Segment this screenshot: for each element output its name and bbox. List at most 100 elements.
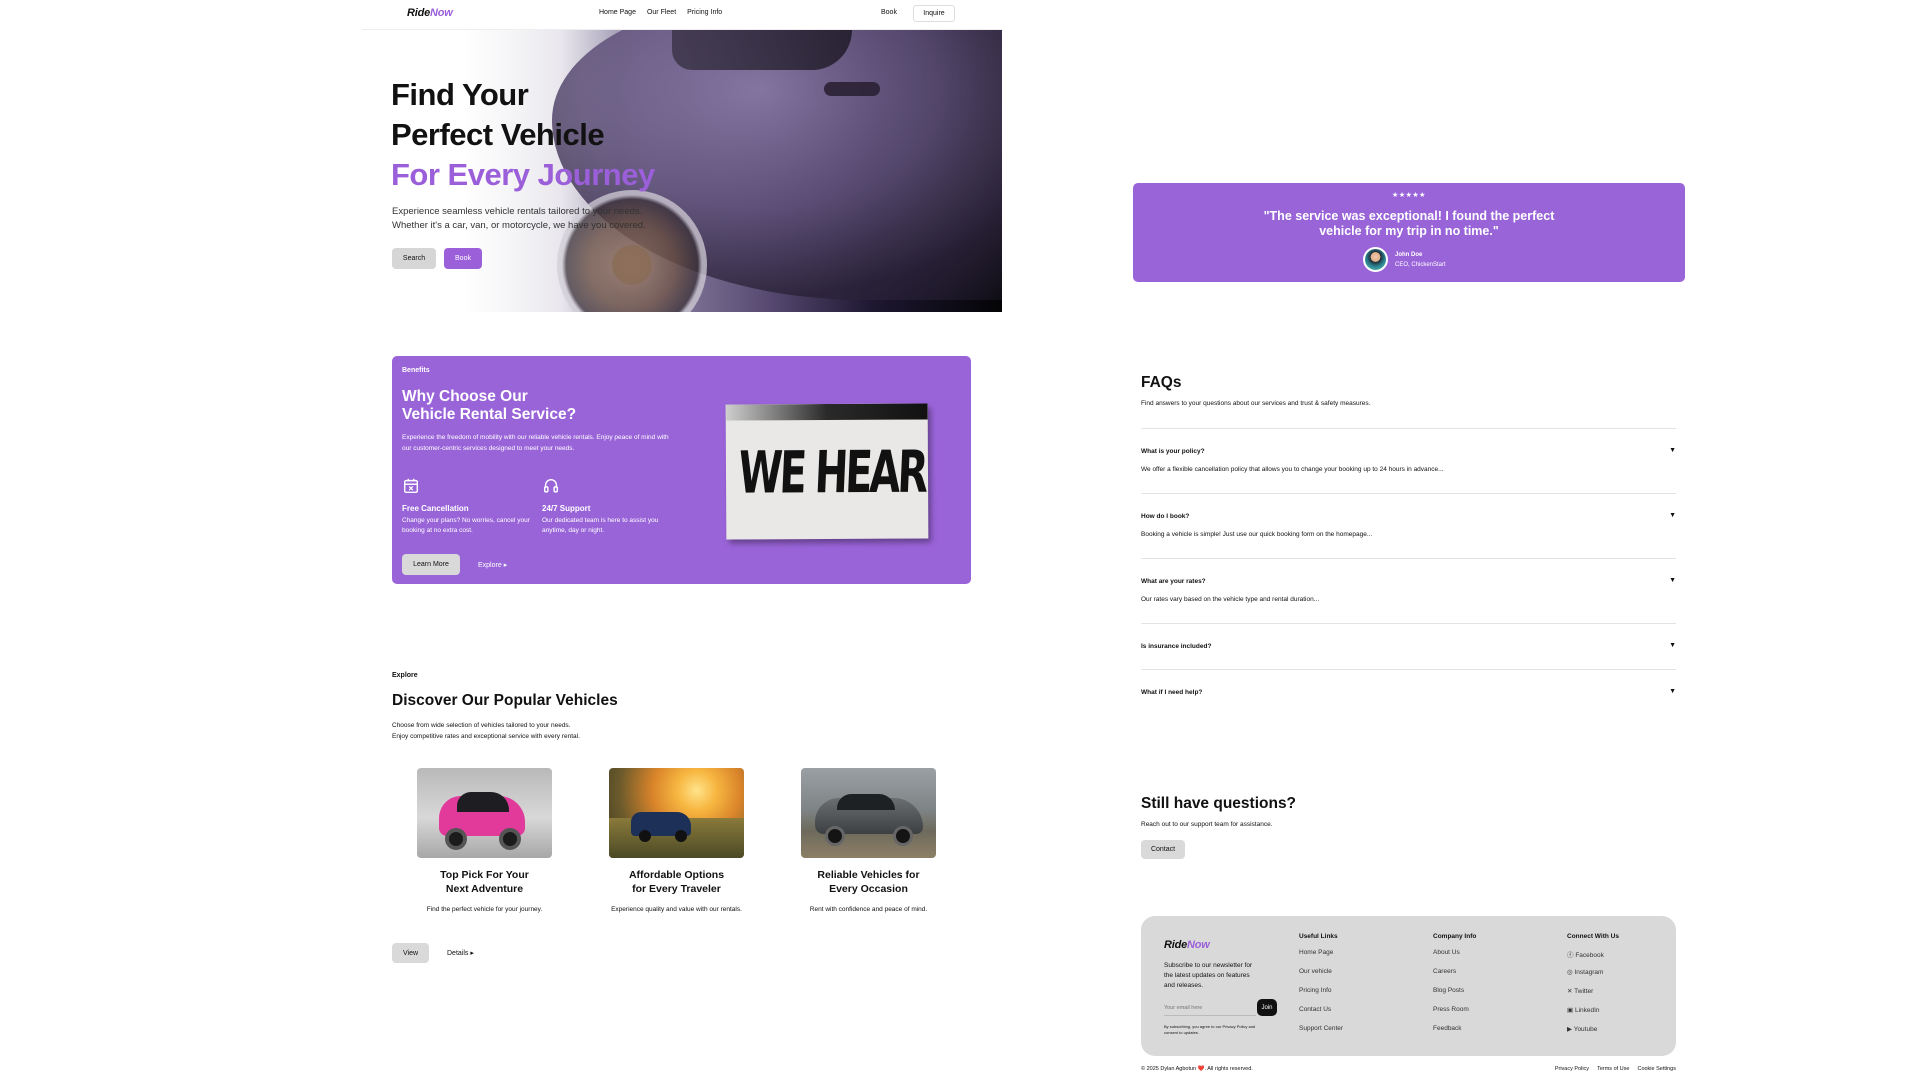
footer-column-title: Useful Links — [1299, 933, 1338, 940]
car-window — [837, 794, 895, 810]
vehicle-card-title: Reliable Vehicles for Every Occasion — [776, 868, 961, 896]
faq-item[interactable]: What is your policy? We offer a flexible… — [1141, 428, 1676, 493]
footer-link-instagram[interactable]: ◎ Instagram — [1567, 968, 1687, 987]
rating-stars-icon: ★★★★★ — [1392, 192, 1426, 199]
car-wheel — [825, 826, 845, 846]
newsletter-text: Subscribe to our newsletter for the late… — [1164, 962, 1253, 989]
terms-of-use-link[interactable]: Terms of Use — [1597, 1066, 1629, 1072]
vehicle-card-title-line1: Top Pick For Your — [440, 869, 529, 881]
author-role: CEO, ChickenStart — [1395, 262, 1446, 268]
footer-link-feedback[interactable]: Feedback — [1433, 1025, 1553, 1044]
vehicle-card[interactable]: Reliable Vehicles for Every Occasion Ren… — [776, 768, 961, 913]
faq-section: FAQs Find answers to your questions abou… — [1141, 370, 1676, 700]
hero-section: Find Your Perfect Vehicle For Every Jour… — [362, 30, 1002, 312]
faq-item[interactable]: What are your rates? Our rates vary base… — [1141, 558, 1676, 623]
faq-item[interactable]: What if I need help? ▼ — [1141, 669, 1676, 699]
explore-link[interactable]: Explore ▸ — [478, 561, 507, 569]
faq-answer: Our rates vary based on the vehicle type… — [1141, 596, 1320, 603]
social-label: Instagram — [1574, 969, 1604, 976]
chevron-down-icon[interactable]: ▼ — [1669, 577, 1676, 584]
nav-link-fleet[interactable]: Our Fleet — [647, 9, 676, 16]
footer: RideNow Subscribe to our newsletter for … — [1141, 916, 1676, 1056]
cookie-settings-link[interactable]: Cookie Settings — [1637, 1066, 1676, 1072]
inquire-button[interactable]: Inquire — [913, 5, 955, 22]
footer-link-facebook[interactable]: ⓕ Facebook — [1567, 949, 1687, 968]
chevron-down-icon[interactable]: ▼ — [1669, 512, 1676, 519]
hero-heading-accent: For Every Journey — [391, 157, 655, 192]
grey-car-image — [801, 768, 936, 858]
brand-logo[interactable]: RideNow — [407, 7, 453, 19]
social-label: Youtube — [1573, 1026, 1598, 1033]
chevron-down-icon[interactable]: ▼ — [1669, 688, 1676, 695]
footer-link-press[interactable]: Press Room — [1433, 1006, 1553, 1025]
faq-question[interactable]: Is insurance included? — [1141, 643, 1211, 650]
footer-link-blog[interactable]: Blog Posts — [1433, 987, 1553, 1006]
chevron-down-icon[interactable]: ▼ — [1669, 642, 1676, 649]
vehicle-card-title-line1: Affordable Options — [628, 869, 725, 881]
popular-description-line1: Choose from wide selection of vehicles t… — [392, 722, 571, 729]
faq-question[interactable]: How do I book? — [1141, 513, 1189, 520]
faq-answer: We offer a flexible cancellation policy … — [1141, 466, 1444, 473]
join-button[interactable]: Join — [1257, 999, 1277, 1016]
vehicle-card-text: Find the perfect vehicle for your journe… — [426, 906, 543, 913]
faq-question[interactable]: What are your rates? — [1141, 578, 1206, 585]
feature-title: Free Cancellation — [402, 504, 469, 513]
footer-link-home[interactable]: Home Page — [1299, 949, 1419, 968]
we-hear-you-image: WE HEAR YOU. — [725, 403, 929, 540]
learn-more-button[interactable]: Learn More — [402, 554, 460, 575]
feature-title: 24/7 Support — [542, 504, 591, 513]
contact-cta-description: Reach out to our support team for assist… — [1141, 821, 1273, 828]
car-window — [457, 792, 509, 812]
hero-subtitle-line1: Experience seamless vehicle rentals tail… — [392, 206, 643, 217]
benefits-eyebrow: Benefits — [402, 367, 430, 374]
benefits-title-line2: Vehicle Rental Service? — [402, 406, 577, 423]
footer-link-about[interactable]: About Us — [1433, 949, 1553, 968]
chevron-down-icon[interactable]: ▼ — [1669, 447, 1676, 454]
hero-heading-line1: Find Your — [391, 77, 529, 112]
chevron-right-icon: ▸ — [503, 562, 508, 569]
feature-support: 24/7 Support Our dedicated team is here … — [542, 477, 677, 536]
footer-link-pricing[interactable]: Pricing Info — [1299, 987, 1419, 1006]
faq-item[interactable]: Is insurance included? ▼ — [1141, 623, 1676, 669]
view-button[interactable]: View — [392, 943, 429, 963]
contact-button[interactable]: Contact — [1141, 840, 1185, 859]
footer-link-contact[interactable]: Contact Us — [1299, 1006, 1419, 1025]
popular-vehicles-section: Explore Discover Our Popular Vehicles Ch… — [392, 668, 972, 968]
hero-subtitle: Experience seamless vehicle rentals tail… — [392, 205, 692, 233]
privacy-policy-link[interactable]: Privacy Policy — [1555, 1066, 1589, 1072]
footer-link-careers[interactable]: Careers — [1433, 968, 1553, 987]
hero-subtitle-line2: Whether it's a car, van, or motorcycle, … — [392, 220, 646, 231]
popular-eyebrow: Explore — [392, 672, 418, 679]
details-link[interactable]: Details ▸ — [447, 949, 474, 957]
nav-link-home[interactable]: Home Page — [599, 9, 636, 16]
faq-item[interactable]: How do I book? Booking a vehicle is simp… — [1141, 493, 1676, 558]
newsletter-consent-note: By subscribing, you agree to our Privacy… — [1164, 1024, 1256, 1035]
footer-link-linkedin[interactable]: ▣ LinkedIn — [1567, 1006, 1687, 1025]
faq-question[interactable]: What if I need help? — [1141, 689, 1202, 696]
x-twitter-icon: ✕ — [1567, 988, 1573, 995]
footer-link-vehicle[interactable]: Our vehicle — [1299, 968, 1419, 987]
vehicle-card[interactable]: Affordable Options for Every Traveler Ex… — [584, 768, 769, 913]
footer-link-youtube[interactable]: ▶ Youtube — [1567, 1025, 1687, 1044]
newsletter-email-input[interactable] — [1164, 1000, 1256, 1016]
sign-lettering: WE HEAR YOU. — [736, 439, 928, 508]
nav-book-link[interactable]: Book — [881, 9, 897, 16]
instagram-icon: ◎ — [1567, 969, 1573, 976]
footer-link-twitter[interactable]: ✕ Twitter — [1567, 987, 1687, 1006]
logo-now: Now — [430, 7, 453, 19]
pink-car-image — [417, 768, 552, 858]
benefits-title-line1: Why Choose Our — [402, 388, 528, 405]
vehicle-card[interactable]: Top Pick For Your Next Adventure Find th… — [392, 768, 577, 913]
nav-link-pricing[interactable]: Pricing Info — [687, 9, 722, 16]
popular-title: Discover Our Popular Vehicles — [392, 692, 618, 709]
footer-logo[interactable]: RideNow — [1164, 939, 1210, 951]
footer-useful-links: Useful Links Home Page Our vehicle Prici… — [1299, 933, 1419, 1044]
car-wheel — [639, 830, 651, 842]
hero-book-button[interactable]: Book — [444, 248, 482, 269]
footer-link-support[interactable]: Support Center — [1299, 1025, 1419, 1044]
vehicle-card-text: Rent with confidence and peace of mind. — [809, 906, 928, 913]
faq-question[interactable]: What is your policy? — [1141, 448, 1205, 455]
car-wheel — [675, 830, 687, 842]
vehicle-card-title-line2: Next Adventure — [445, 883, 524, 895]
hero-search-button[interactable]: Search — [392, 248, 436, 269]
